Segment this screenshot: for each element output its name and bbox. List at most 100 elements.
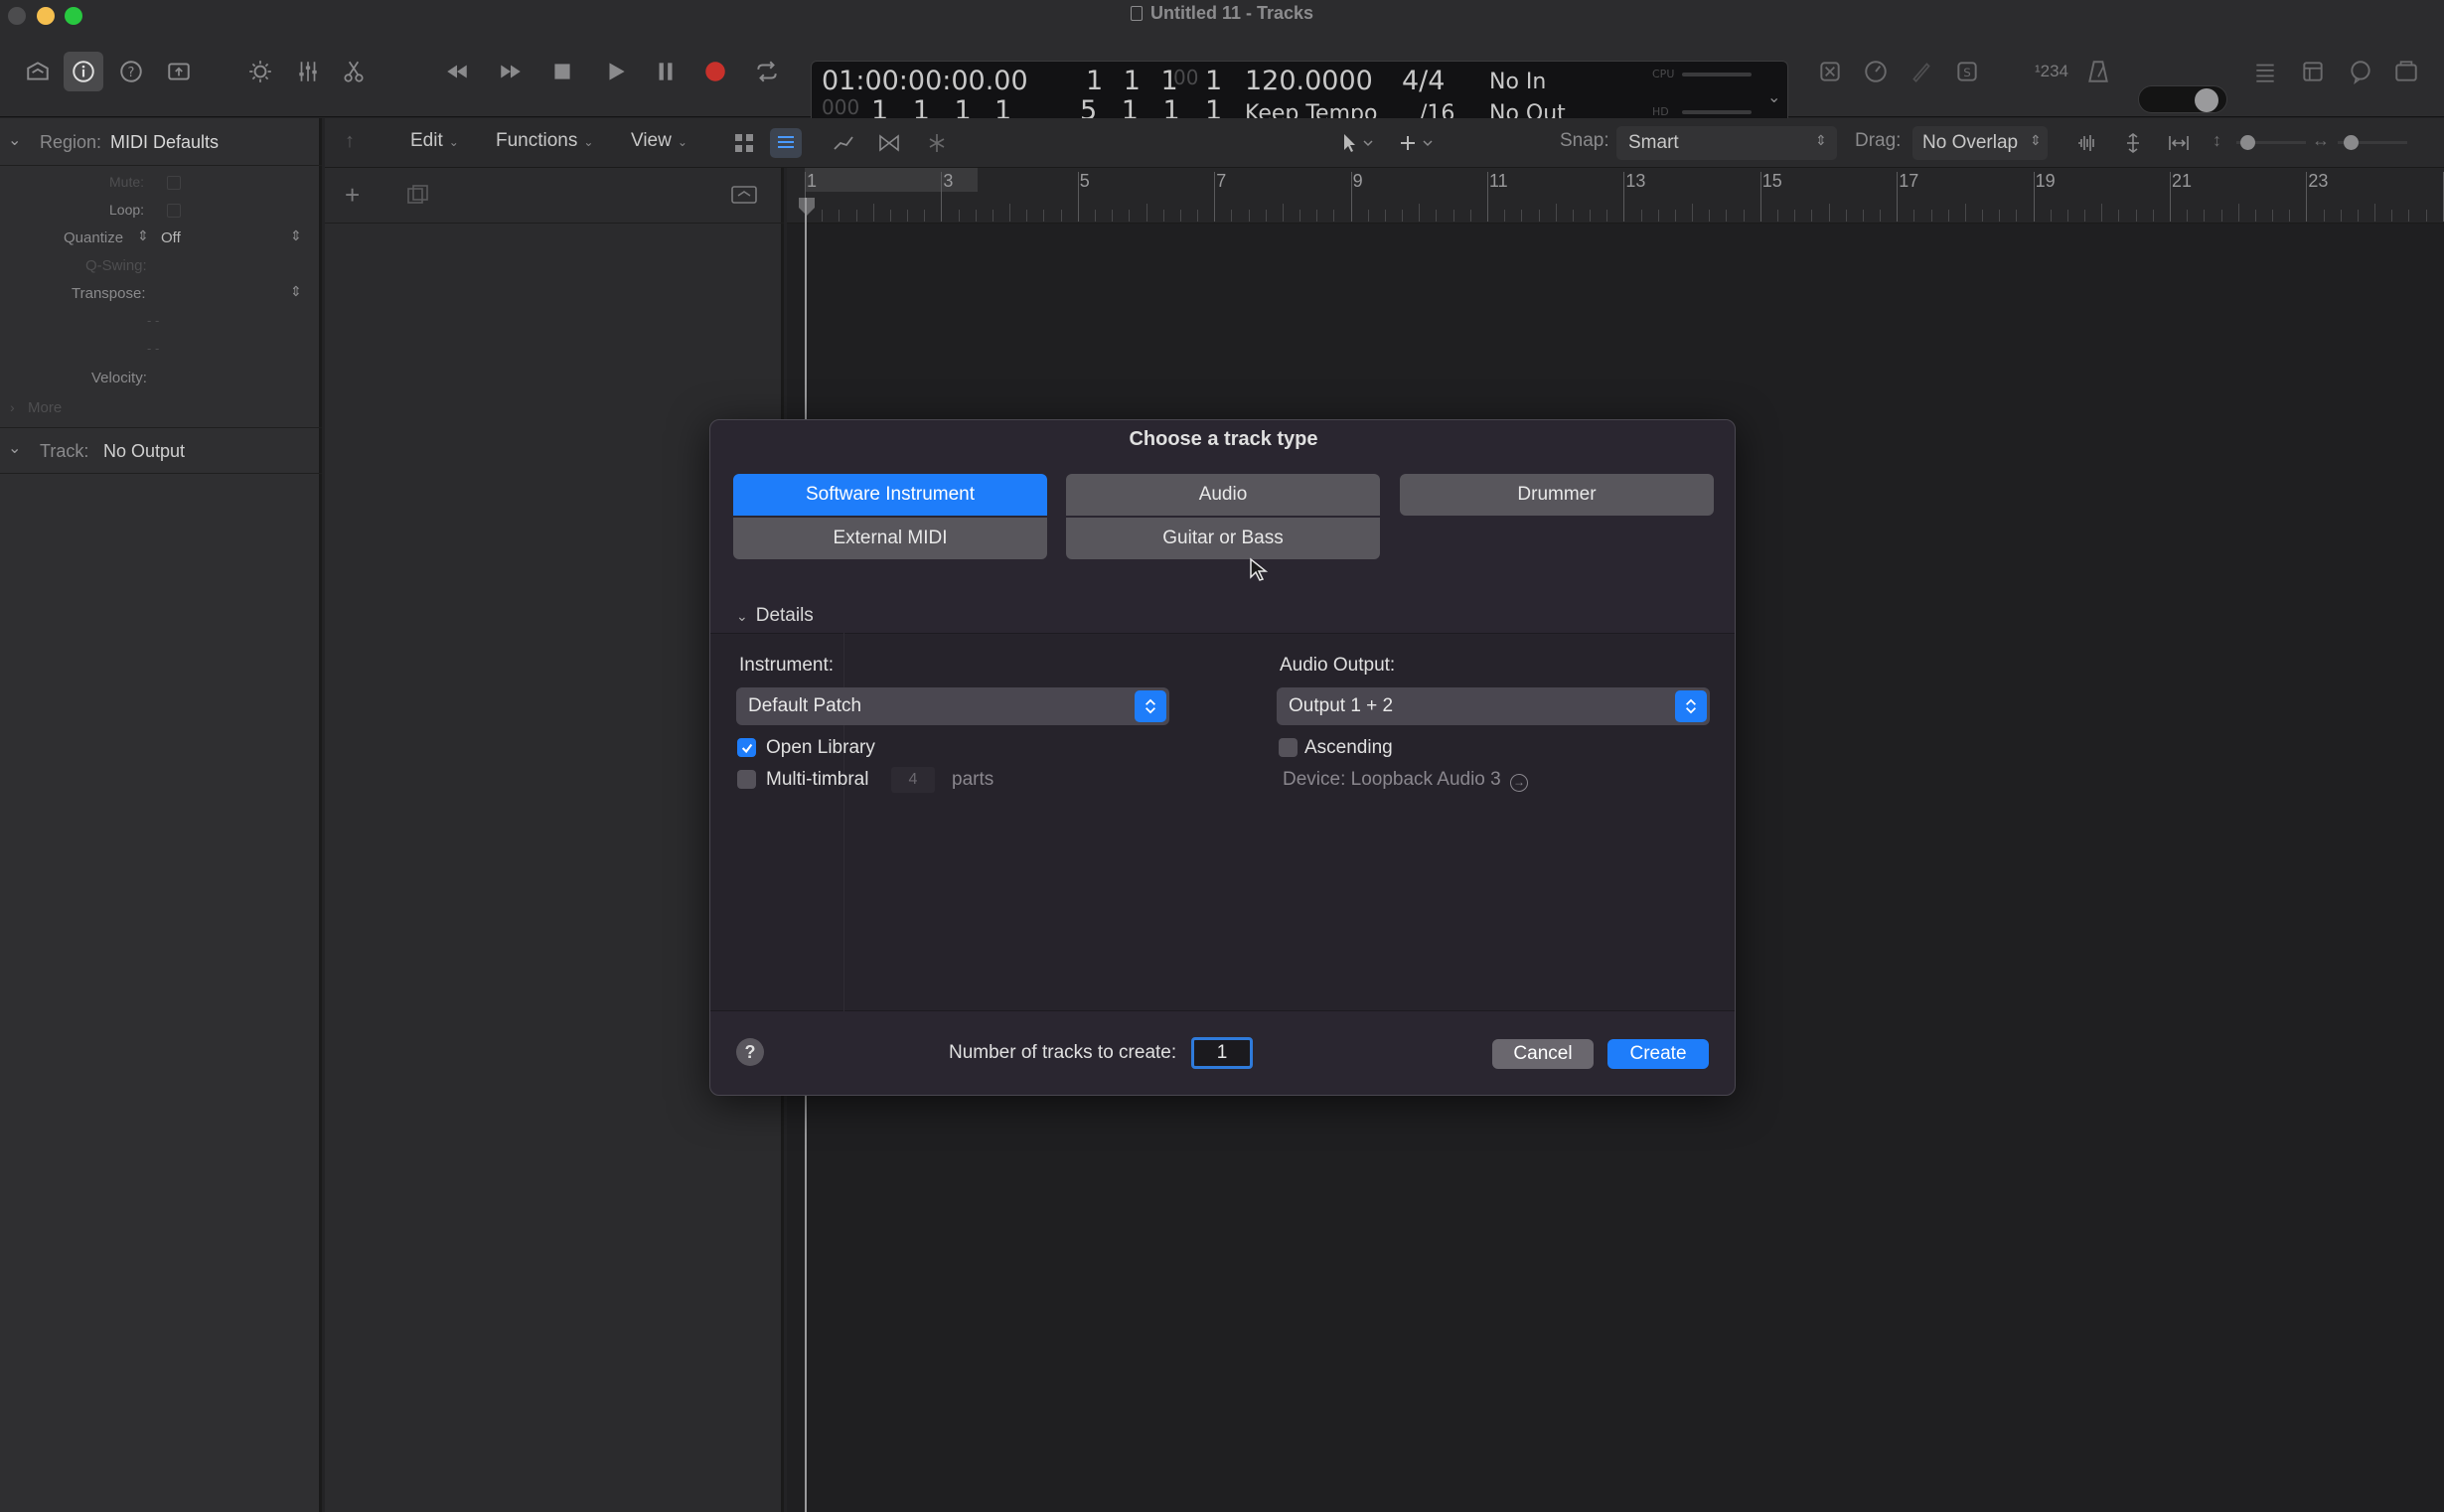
ruler-minor-tick: [822, 210, 824, 222]
functions-menu[interactable]: Functions ⌄: [496, 130, 593, 152]
slider-knob[interactable]: [2240, 135, 2255, 150]
ruler-major-tick: [1350, 172, 1352, 222]
mixer-icon[interactable]: [288, 52, 328, 91]
track-section-header[interactable]: ⌄ Track: No Output: [0, 428, 322, 474]
vertical-zoom-icon[interactable]: [2121, 131, 2145, 155]
count-in-icon[interactable]: S: [1947, 52, 1987, 91]
quantize-value[interactable]: Off: [161, 229, 181, 246]
quantize-label: Quantize: [64, 229, 124, 246]
grid-view-icon[interactable]: [732, 131, 756, 155]
catch-icon[interactable]: [925, 131, 951, 155]
low-latency-toggle[interactable]: [2138, 85, 2227, 113]
ruler-major-tick: [941, 172, 943, 222]
ruler-minor-tick: [1640, 210, 1642, 222]
drummer-button[interactable]: Drummer: [1400, 474, 1714, 516]
editors-scissors-icon[interactable]: [334, 52, 374, 91]
open-library-checkbox[interactable]: [737, 738, 756, 757]
horizontal-zoom-slider[interactable]: ↔: [2312, 130, 2431, 156]
list-editors-icon[interactable]: [2245, 52, 2285, 91]
cancel-button[interactable]: Cancel: [1492, 1039, 1594, 1069]
count-in-button[interactable]: ¹234: [2027, 52, 2076, 91]
flex-icon[interactable]: [877, 131, 903, 155]
fast-forward-icon[interactable]: [491, 52, 531, 91]
ruler-minor-tick: [2016, 210, 2018, 222]
more-section-header[interactable]: › More: [0, 388, 322, 428]
metronome-icon[interactable]: [2078, 52, 2118, 91]
parts-count-field[interactable]: 4: [891, 767, 935, 793]
create-button[interactable]: Create: [1607, 1039, 1709, 1069]
track-label: Track:: [40, 441, 89, 461]
instrument-select[interactable]: Default Patch: [736, 687, 1169, 725]
toolbar-icon[interactable]: [159, 52, 199, 91]
tuner-icon[interactable]: [1856, 52, 1896, 91]
smpte-time: 01:00:00:00.00: [822, 66, 1028, 96]
cycle-icon[interactable]: [747, 52, 787, 91]
ruler-minor-tick: [1265, 210, 1267, 222]
play-icon[interactable]: [596, 52, 636, 91]
ruler-minor-tick: [1743, 210, 1745, 222]
ruler-major-tick: [2306, 172, 2308, 222]
edit-menu[interactable]: Edit ⌄: [410, 130, 459, 152]
ascending-label: Ascending: [1304, 737, 1393, 758]
loop-checkbox[interactable]: [167, 204, 181, 218]
details-disclosure[interactable]: ⌄ Details: [736, 605, 814, 627]
ruler-minor-tick: [1572, 210, 1574, 222]
arrow-circle-icon[interactable]: →: [1510, 774, 1528, 792]
ruler-minor-tick: [1999, 210, 2001, 222]
record-icon[interactable]: [695, 52, 735, 91]
pause-icon[interactable]: [646, 52, 686, 91]
quantize-chevron-icon[interactable]: ⇕: [290, 227, 302, 244]
note-pad-icon[interactable]: [2293, 52, 2333, 91]
region-section-header[interactable]: ⌄ Region: MIDI Defaults: [0, 118, 322, 166]
audio-output-select[interactable]: Output 1 + 2: [1277, 687, 1710, 725]
transpose-stepper-icon[interactable]: ⇕: [290, 283, 302, 300]
software-instrument-button[interactable]: Software Instrument: [733, 474, 1047, 516]
playhead-marker-icon[interactable]: [799, 198, 815, 216]
replace-icon[interactable]: [1810, 52, 1850, 91]
lcd-chevron-down-icon[interactable]: ⌄: [1767, 87, 1780, 106]
global-tracks-icon[interactable]: [730, 184, 758, 206]
automation-icon[interactable]: [832, 131, 857, 155]
time-signature: 4/4: [1402, 66, 1446, 96]
ruler-major-tick: [2033, 172, 2035, 222]
list-view-icon[interactable]: [770, 128, 802, 158]
library-icon[interactable]: [18, 52, 58, 91]
ruler-minor-tick: [1248, 210, 1250, 222]
help-button[interactable]: ?: [736, 1038, 764, 1066]
ruler-major-tick: [1897, 172, 1899, 222]
chevron-down-icon: ⌄: [583, 135, 594, 149]
quick-help-icon[interactable]: ?: [111, 52, 151, 91]
ascending-checkbox[interactable]: [1279, 738, 1298, 757]
ruler-minor-tick: [1316, 210, 1318, 222]
horizontal-fit-icon[interactable]: [2167, 131, 2191, 155]
browser-icon[interactable]: [2386, 52, 2426, 91]
plus-tool-icon[interactable]: [1398, 131, 1442, 155]
stop-icon[interactable]: [542, 52, 582, 91]
ruler-minor-tick: [2118, 210, 2120, 222]
add-track-icon[interactable]: +: [345, 182, 360, 208]
waveform-zoom-icon[interactable]: [2075, 131, 2099, 155]
loop-browser-icon[interactable]: [2341, 52, 2380, 91]
quantize-stepper-icon[interactable]: ⇕: [137, 227, 149, 244]
mute-checkbox[interactable]: [167, 176, 181, 190]
multitimbral-checkbox[interactable]: [737, 770, 756, 789]
bar-position: 1 1 1: [1086, 66, 1184, 96]
ruler-minor-tick: [924, 210, 926, 222]
solo-icon[interactable]: [1902, 52, 1941, 91]
duplicate-track-icon[interactable]: [406, 184, 430, 206]
bar-ruler[interactable]: 13579111315171921232: [787, 168, 2444, 224]
num-tracks-input[interactable]: [1191, 1037, 1253, 1069]
rewind-icon[interactable]: [437, 52, 477, 91]
view-menu[interactable]: View ⌄: [631, 130, 687, 152]
hd-meter: [1682, 110, 1752, 114]
smart-controls-icon[interactable]: [240, 52, 280, 91]
slider-knob[interactable]: [2344, 135, 2359, 150]
up-arrow-icon[interactable]: ↑: [345, 130, 355, 153]
drag-select[interactable]: No Overlap ⇕: [1912, 126, 2048, 160]
audio-button[interactable]: Audio: [1066, 474, 1380, 516]
pointer-tool-icon[interactable]: [1338, 131, 1382, 155]
inspector-icon[interactable]: [64, 52, 103, 91]
snap-select[interactable]: Smart ⇕: [1616, 126, 1837, 160]
external-midi-button[interactable]: External MIDI: [733, 518, 1047, 559]
guitar-or-bass-button[interactable]: Guitar or Bass: [1066, 518, 1380, 559]
